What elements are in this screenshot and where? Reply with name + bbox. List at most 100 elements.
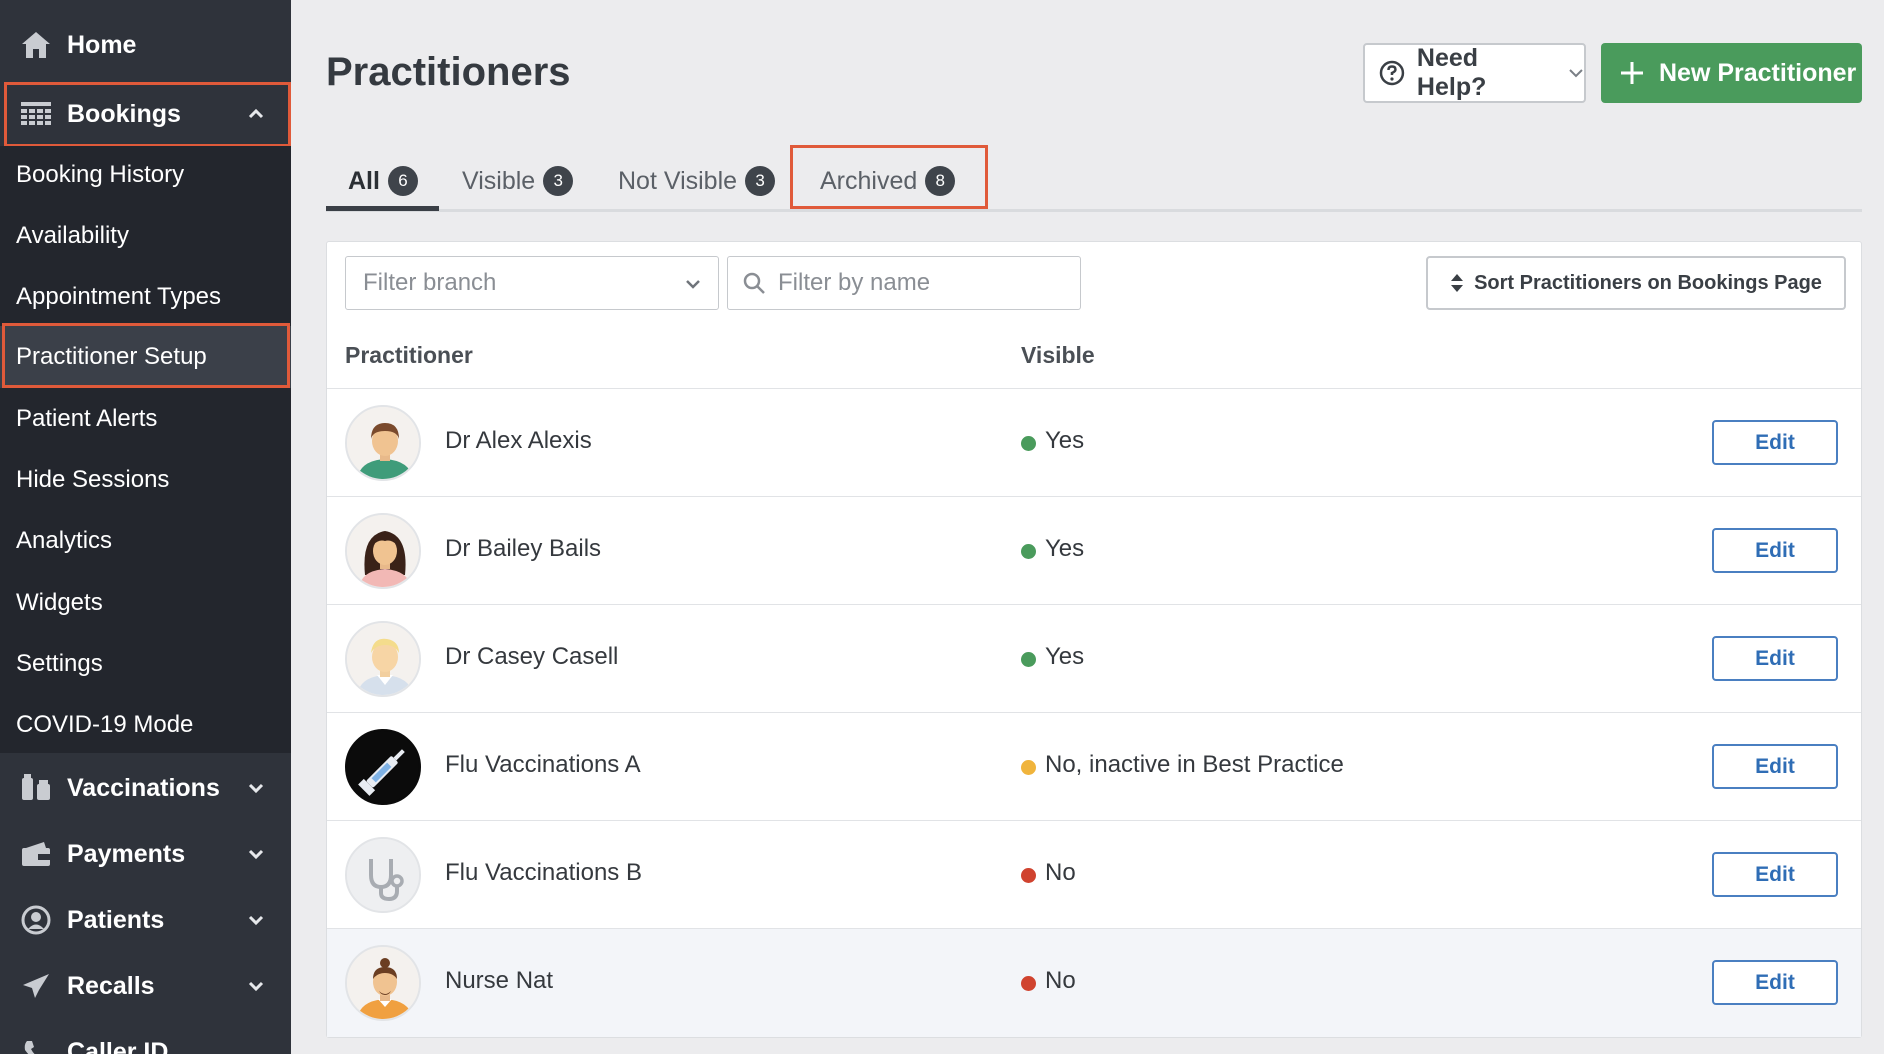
filter-name-input[interactable]: Filter by name — [727, 256, 1081, 310]
question-circle-icon — [1379, 60, 1405, 86]
visibility-status: Yes — [1045, 427, 1085, 454]
sidebar-item-recalls[interactable]: Recalls — [0, 958, 291, 1014]
tab-label: Not Visible — [618, 166, 738, 195]
practitioner-name: Dr Alex Alexis — [445, 427, 592, 454]
sidebar-item-label: COVID-19 Mode — [16, 711, 194, 738]
visibility-status: No — [1045, 859, 1076, 886]
nurse-avatar-icon — [345, 945, 421, 1021]
practitioner-name: Nurse Nat — [445, 967, 554, 994]
sidebar-section-label: Payments — [67, 839, 186, 868]
home-icon — [19, 28, 53, 62]
sidebar-item-covid-19-mode[interactable]: COVID-19 Mode — [0, 696, 291, 754]
blond-doctor-avatar-icon — [345, 621, 421, 697]
chevron-down-icon — [248, 915, 264, 926]
edit-button[interactable]: Edit — [1712, 960, 1838, 1005]
edit-button[interactable]: Edit — [1712, 420, 1838, 465]
column-header-practitioner: Practitioner — [345, 342, 473, 368]
status-dot — [1021, 976, 1036, 991]
practitioner-name: Dr Bailey Bails — [445, 535, 602, 562]
recalls-icon — [19, 969, 53, 1003]
sidebar-item-hide-sessions[interactable]: Hide Sessions — [0, 451, 291, 509]
sidebar-item-home[interactable]: Home — [0, 22, 291, 68]
sort-label: Sort Practitioners on Bookings Page — [1474, 271, 1822, 294]
edit-button[interactable]: Edit — [1712, 744, 1838, 789]
count-badge: 3 — [543, 166, 574, 196]
calendar-grid-icon — [19, 97, 53, 131]
table-row: Nurse Nat No Edit — [327, 929, 1861, 1037]
filter-branch-select[interactable]: Filter branch — [345, 256, 719, 310]
caller-id-icon — [19, 1035, 53, 1054]
sidebar: Home Bookings Booking History Availabili… — [0, 0, 291, 1054]
sidebar-item-availability[interactable]: Availability — [0, 207, 291, 265]
status-dot — [1021, 436, 1036, 451]
visibility-status: Yes — [1045, 535, 1085, 562]
status-dot — [1021, 868, 1036, 883]
sidebar-item-payments[interactable]: Payments — [0, 826, 291, 882]
table-row: Dr Casey Casell Yes Edit — [327, 605, 1861, 713]
sidebar-item-practitioner-setup[interactable]: Practitioner Setup — [0, 326, 291, 388]
edit-button[interactable]: Edit — [1712, 528, 1838, 573]
practitioner-tabs: All 6 Visible 3 Not Visible 3 Archived 8 — [326, 150, 1862, 212]
sidebar-item-patient-alerts[interactable]: Patient Alerts — [0, 390, 291, 448]
edit-button[interactable]: Edit — [1712, 852, 1838, 897]
tab-archived[interactable]: Archived 8 — [820, 150, 956, 212]
sidebar-item-widgets[interactable]: Widgets — [0, 574, 291, 632]
sidebar-item-label: Booking History — [16, 161, 185, 188]
status-dot — [1021, 760, 1036, 775]
tab-not-visible[interactable]: Not Visible 3 — [618, 150, 776, 212]
sidebar-item-analytics[interactable]: Analytics — [0, 512, 291, 570]
sidebar-item-bookings[interactable]: Bookings — [0, 84, 291, 144]
new-practitioner-button[interactable]: New Practitioner — [1601, 43, 1862, 103]
tab-label: All — [348, 166, 380, 195]
sort-practitioners-button[interactable]: Sort Practitioners on Bookings Page — [1426, 256, 1846, 310]
status-dot — [1021, 544, 1036, 559]
filter-branch-placeholder: Filter branch — [363, 269, 497, 296]
chevron-down-icon — [686, 280, 700, 289]
edit-button[interactable]: Edit — [1712, 636, 1838, 681]
sidebar-item-label: Analytics — [16, 527, 113, 554]
chevron-down-icon — [248, 783, 264, 794]
chevron-down-icon — [1569, 69, 1583, 78]
sidebar-item-label: Practitioner Setup — [16, 343, 207, 370]
sidebar-section-label: Recalls — [67, 971, 155, 1000]
count-badge: 6 — [387, 166, 418, 196]
stethoscope-avatar-icon — [345, 837, 421, 913]
table-row: Flu Vaccinations B No Edit — [327, 821, 1861, 929]
sidebar-item-label: Widgets — [16, 589, 103, 616]
sidebar-item-booking-history[interactable]: Booking History — [0, 146, 291, 204]
plus-icon — [1621, 62, 1643, 84]
syringe-avatar-icon — [345, 729, 421, 805]
sidebar-home-label: Home — [67, 30, 137, 59]
vaccinations-icon — [19, 771, 53, 805]
visibility-status: No, inactive in Best Practice — [1045, 751, 1344, 778]
filter-name-placeholder: Filter by name — [778, 269, 931, 296]
sidebar-item-appointment-types[interactable]: Appointment Types — [0, 268, 291, 326]
visibility-status: Yes — [1045, 643, 1085, 670]
chevron-up-icon[interactable] — [247, 105, 265, 123]
chevron-down-icon — [248, 981, 264, 992]
count-badge: 8 — [925, 166, 956, 196]
sidebar-item-label: Availability — [16, 222, 129, 249]
sidebar-item-settings[interactable]: Settings — [0, 635, 291, 693]
tab-all[interactable]: All 6 — [348, 150, 418, 212]
need-help-button[interactable]: Need Help? — [1363, 43, 1586, 103]
sidebar-section-label: Patients — [67, 905, 165, 934]
tab-label: Visible — [462, 166, 536, 195]
sidebar-section-label: Vaccinations — [67, 773, 220, 802]
sidebar-item-label: Appointment Types — [16, 283, 222, 310]
practitioner-name: Flu Vaccinations A — [445, 751, 641, 778]
status-dot — [1021, 652, 1036, 667]
sidebar-item-caller-id[interactable]: Caller ID — [0, 1024, 291, 1054]
sidebar-item-label: Settings — [16, 650, 103, 677]
table-row: Flu Vaccinations A No, inactive in Best … — [327, 713, 1861, 821]
tab-visible[interactable]: Visible 3 — [462, 150, 574, 212]
payments-icon — [19, 837, 53, 871]
male-doctor-avatar-icon — [345, 405, 421, 481]
count-badge: 3 — [745, 166, 776, 196]
sidebar-item-vaccinations[interactable]: Vaccinations — [0, 760, 291, 816]
sidebar-item-patients[interactable]: Patients — [0, 892, 291, 948]
active-tab-indicator — [326, 206, 439, 211]
need-help-label: Need Help? — [1416, 44, 1487, 101]
search-icon — [743, 272, 765, 294]
patients-icon — [19, 903, 53, 937]
